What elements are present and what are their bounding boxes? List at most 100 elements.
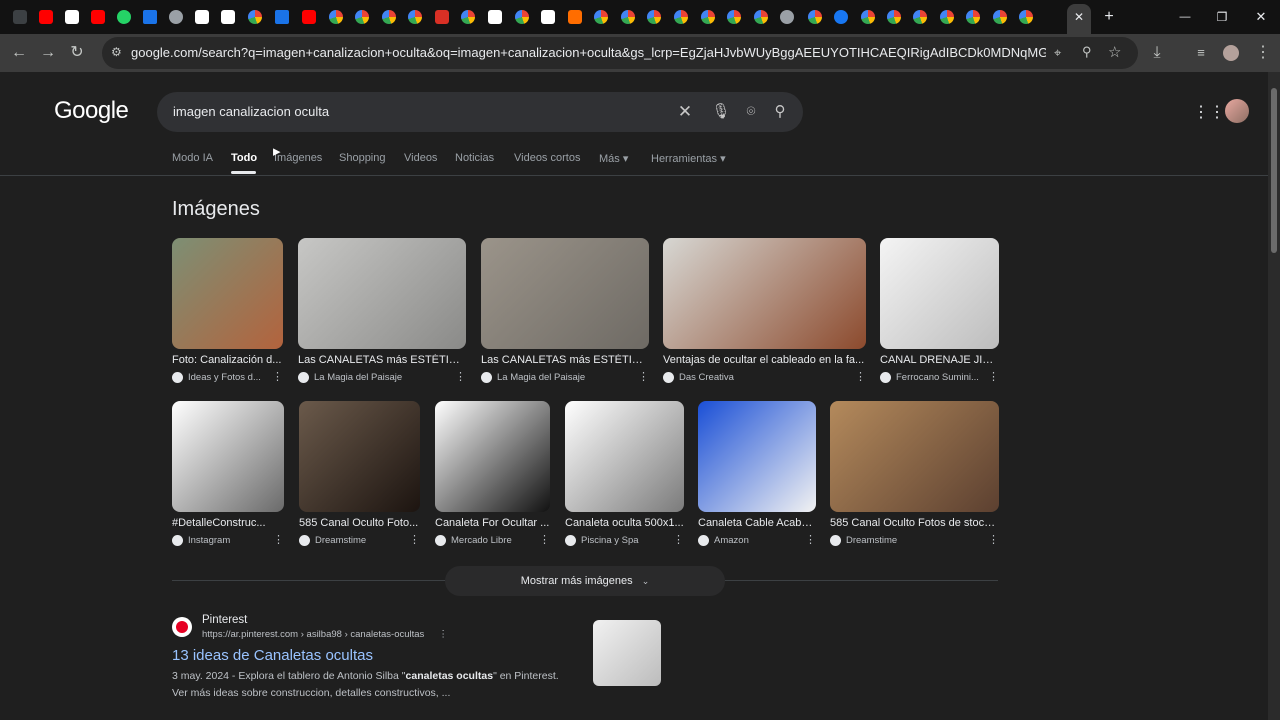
image-result[interactable]: Las CANALETAS más ESTÉTICAS... La Magia d… [298,238,466,383]
browser-tab[interactable] [9,6,31,28]
browser-tab[interactable] [61,6,83,28]
browser-tab[interactable] [271,6,293,28]
browser-tab[interactable] [191,6,213,28]
image-source[interactable]: Dreamstime ⋮ [299,534,420,546]
image-caption[interactable]: #DetalleConstruc... [172,517,284,529]
image-result[interactable]: Canaleta Cable Acaba... Amazon ⋮ [698,401,816,546]
show-more-images-button[interactable]: Mostrar más imágenes ⌄ [445,566,725,596]
browser-tab[interactable] [165,6,187,28]
browser-tab[interactable] [564,6,586,28]
result-title-link[interactable]: 13 ideas de Canaletas ocultas [172,647,373,664]
image-caption[interactable]: Canaleta For Ocultar ... [435,517,550,529]
image-caption[interactable]: 585 Canal Oculto Foto... [299,517,420,529]
result-image[interactable] [172,238,283,349]
result-image[interactable] [565,401,684,512]
result-image[interactable] [435,401,550,512]
image-result[interactable]: Canaleta For Ocultar ... Mercado Libre ⋮ [435,401,550,546]
close-window-button[interactable]: ✕ [1250,6,1272,28]
minimize-button[interactable]: — [1174,6,1196,28]
browser-tab[interactable] [617,6,639,28]
browser-tab[interactable] [351,6,373,28]
browser-tab[interactable] [909,6,931,28]
result-image[interactable] [481,238,649,349]
image-caption[interactable]: Canaleta oculta 500x1... [565,517,684,529]
more-options-icon[interactable]: ⋮ [638,370,649,383]
more-options-icon[interactable]: ⋮ [539,533,550,546]
image-result[interactable]: 585 Canal Oculto Fotos de stock ... Dream… [830,401,999,546]
browser-tab[interactable] [883,6,905,28]
browser-tab[interactable] [431,6,453,28]
image-source[interactable]: La Magia del Paisaje ⋮ [298,371,466,383]
result-menu-icon[interactable]: ⋮ [438,629,448,640]
back-icon[interactable]: ← [8,42,30,64]
new-tab-button[interactable]: + [1098,6,1120,28]
download-icon[interactable]: ⤓ [1146,42,1168,64]
browser-tab[interactable] [244,6,266,28]
more-options-icon[interactable]: ⋮ [988,370,999,383]
image-result[interactable]: #DetalleConstruc... Instagram ⋮ [172,401,284,546]
location-icon[interactable]: ⌖ [1054,45,1061,61]
tab-2[interactable]: Imágenes [274,152,322,164]
browser-tab[interactable] [87,6,109,28]
image-caption[interactable]: Las CANALETAS más ESTÉTICAS... [481,354,649,366]
browser-tab[interactable] [457,6,479,28]
tab-3[interactable]: Shopping [339,152,386,164]
browser-tab[interactable] [404,6,426,28]
more-options-icon[interactable]: ⋮ [273,533,284,546]
browser-tab[interactable] [590,6,612,28]
result-image[interactable] [830,401,999,512]
image-result[interactable]: 585 Canal Oculto Foto... Dreamstime ⋮ [299,401,420,546]
more-options-icon[interactable]: ⋮ [805,533,816,546]
browser-tab[interactable] [113,6,135,28]
result-image[interactable] [663,238,866,349]
browser-tab[interactable] [750,6,772,28]
browser-tab[interactable] [989,6,1011,28]
result-image[interactable] [880,238,999,349]
tab-0[interactable]: Modo IA [172,152,213,164]
forward-icon[interactable]: → [37,42,59,64]
profile-icon[interactable] [1220,42,1242,64]
image-source[interactable]: Ideas y Fotos d... ⋮ [172,370,283,383]
browser-tab[interactable] [35,6,57,28]
voice-search-icon[interactable]: 🎙 [711,102,731,122]
tab-6[interactable]: Videos cortos [514,152,580,164]
browser-menu-icon[interactable]: ⋮ [1252,42,1274,64]
apps-grid-icon[interactable]: ⋮⋮ [1193,102,1225,122]
image-caption[interactable]: Canaleta Cable Acaba... [698,517,816,529]
browser-tab[interactable] [830,6,852,28]
site-info-icon[interactable]: ⚙ [111,45,122,59]
result-site-name[interactable]: Pinterest [202,614,247,626]
browser-tab[interactable] [378,6,400,28]
lens-search-icon[interactable]: ⌾ [741,102,761,122]
bookmark-star-icon[interactable]: ☆ [1108,43,1121,61]
browser-tab[interactable] [325,6,347,28]
restore-button[interactable]: ❐ [1211,6,1233,28]
browser-tab[interactable] [936,6,958,28]
more-options-icon[interactable]: ⋮ [272,370,283,383]
image-source[interactable]: Dreamstime ⋮ [830,533,999,546]
search-input[interactable]: imagen canalizacion oculta [173,104,329,119]
browser-tab[interactable] [298,6,320,28]
media-control-icon[interactable]: ≡ [1190,42,1212,64]
image-source[interactable]: La Magia del Paisaje ⋮ [481,370,649,383]
result-image[interactable] [698,401,816,512]
browser-tab[interactable] [139,6,161,28]
account-avatar[interactable] [1225,99,1249,123]
browser-tab[interactable] [697,6,719,28]
image-source[interactable]: Instagram ⋮ [172,533,284,546]
close-tab-icon[interactable]: ✕ [1068,6,1090,28]
more-options-icon[interactable]: ⋮ [988,533,999,546]
scrollbar-thumb[interactable] [1271,88,1277,253]
address-bar[interactable]: ⚙ google.com/search?q=imagen+canalizacio… [102,37,1138,69]
browser-tab[interactable] [723,6,745,28]
image-caption[interactable]: Las CANALETAS más ESTÉTICAS... [298,354,466,366]
browser-tab[interactable] [776,6,798,28]
google-logo[interactable]: Google [54,97,129,125]
url-text[interactable]: google.com/search?q=imagen+canalizacion+… [131,45,1046,60]
more-options-icon[interactable]: ⋮ [673,533,684,546]
browser-tab[interactable] [484,6,506,28]
image-result[interactable]: Foto: Canalización d... Ideas y Fotos d..… [172,238,283,383]
browser-tab[interactable] [670,6,692,28]
browser-tab[interactable] [217,6,239,28]
image-caption[interactable]: CANAL DRENAJE JIM... [880,354,999,366]
